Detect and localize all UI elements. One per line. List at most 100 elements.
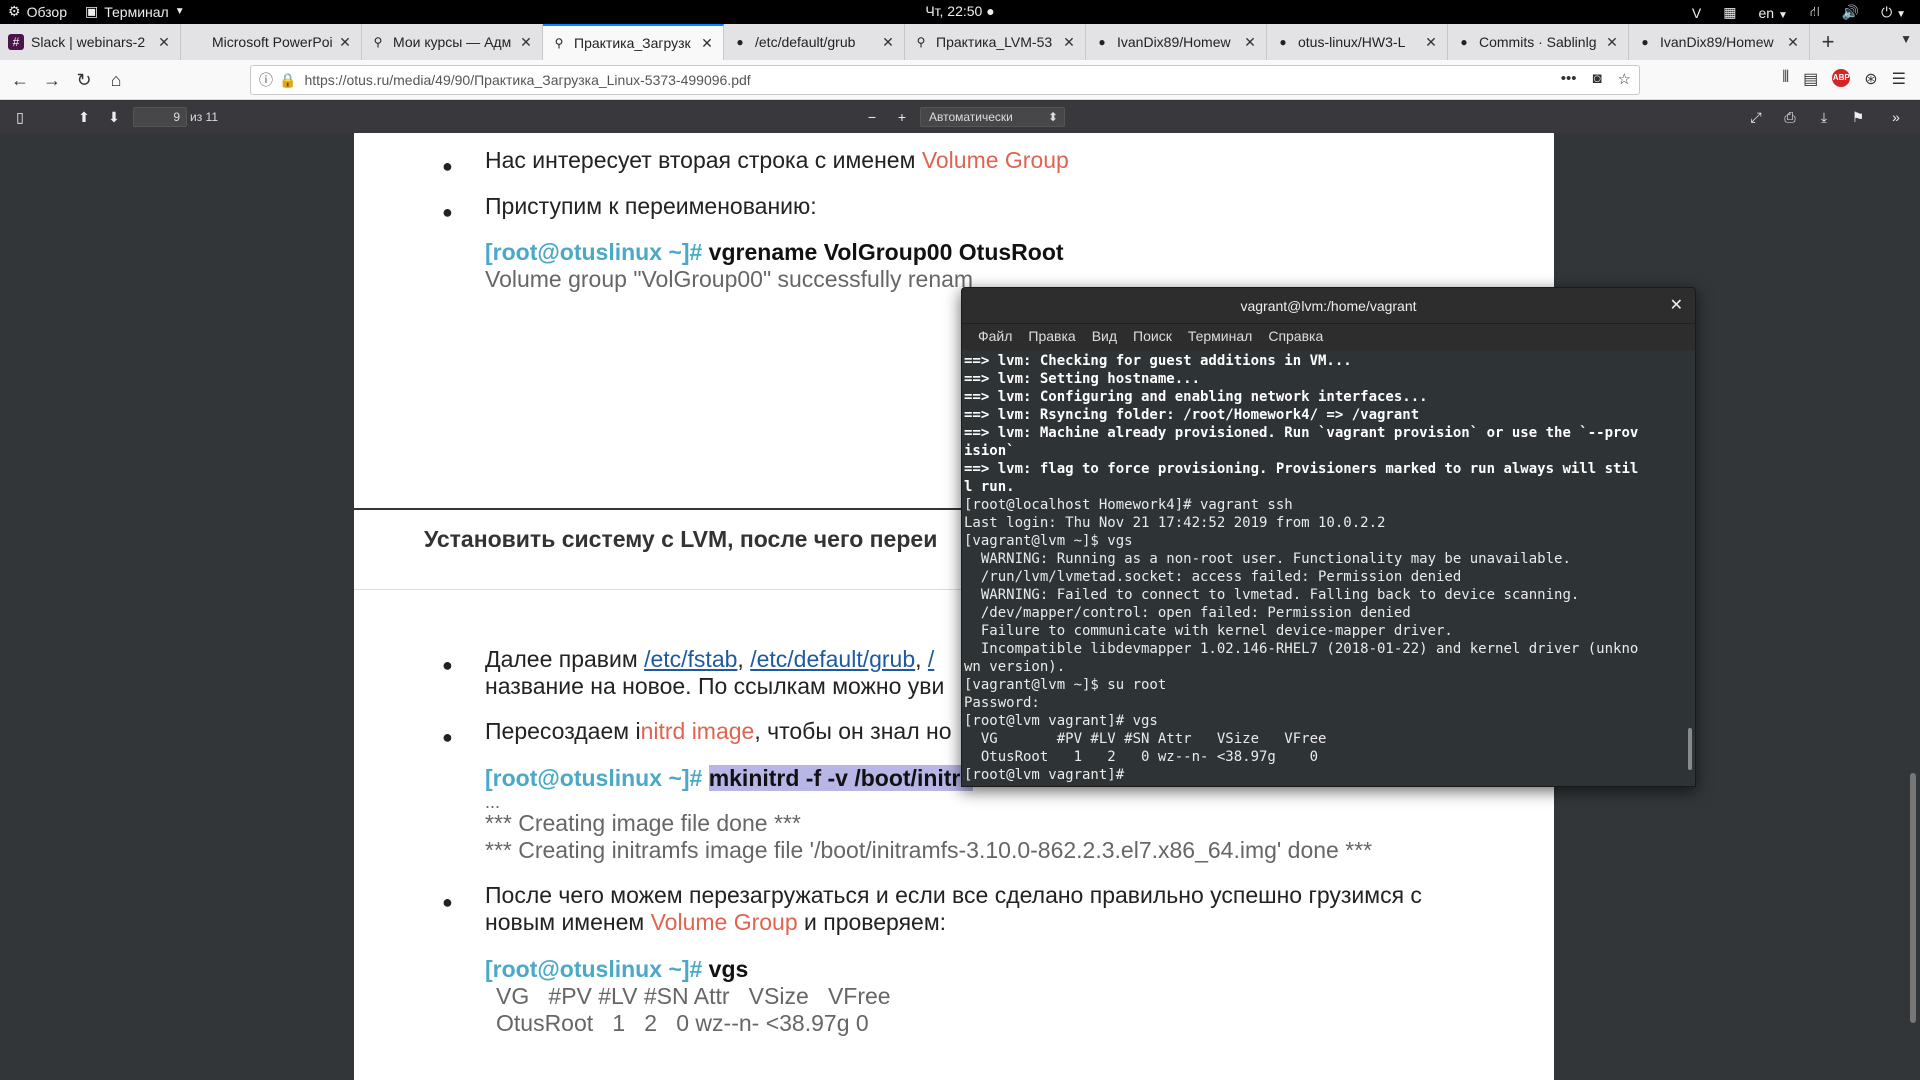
tools-icon[interactable]: » xyxy=(1886,107,1906,127)
print-icon[interactable]: ⎙ xyxy=(1780,107,1800,127)
previous-page-icon[interactable]: ⬆ xyxy=(74,107,94,127)
close-icon[interactable]: ✕ xyxy=(1604,34,1620,51)
terminal-menu-item[interactable]: Терминал xyxy=(1180,324,1260,350)
viewer-scrollbar[interactable] xyxy=(1910,773,1916,1023)
terminal-menu-item[interactable]: Правка xyxy=(1020,324,1083,350)
url-bar[interactable]: ⓘ 🔒 https://otus.ru/media/49/90/Практика… xyxy=(250,65,1640,95)
browser-tab-strip: # Slack | webinars-2 ✕ Microsoft PowerPoint… xyxy=(0,24,1920,60)
bullet-text-line2: название на новое. По ссылкам можно уви xyxy=(485,673,945,699)
download-icon[interactable]: ⤓ xyxy=(1814,107,1834,127)
close-icon[interactable]: ✕ xyxy=(156,34,172,51)
app-menu-button[interactable]: ▣ Терминал ▼ xyxy=(85,3,185,20)
new-tab-button[interactable]: + xyxy=(1810,24,1846,60)
gnome-top-bar: ⚙ Обзор ▣ Терминал ▼ Чт, 22:50 ● V ▦ en … xyxy=(0,0,1920,24)
page-number-input[interactable]: 9 xyxy=(133,107,187,127)
bullet-text: Пересоздаем initrd image, чтобы он знал … xyxy=(485,718,952,744)
close-icon[interactable]: ✕ xyxy=(337,34,353,51)
toggle-sidebar-icon[interactable]: ▯ xyxy=(10,107,30,127)
terminal-scrollbar[interactable] xyxy=(1688,728,1692,770)
close-icon[interactable]: ✕ xyxy=(1061,34,1077,51)
close-icon[interactable]: ✕ xyxy=(1670,288,1683,324)
info-icon[interactable]: ⓘ xyxy=(259,70,273,90)
zoom-in-icon[interactable]: + xyxy=(892,107,912,127)
close-icon[interactable]: ✕ xyxy=(518,34,534,51)
slide-title: Установить систему с LVM, после чего пер… xyxy=(424,526,938,552)
browser-tab[interactable]: ● otus-linux/HW3-L ✕ xyxy=(1267,24,1448,60)
zoom-select[interactable]: Автоматически ⬍ xyxy=(920,107,1065,127)
fstab-link[interactable]: /etc/fstab xyxy=(644,646,737,672)
tab-title: /etc/default/grub xyxy=(755,34,856,50)
vivaldi-tray-icon[interactable]: V xyxy=(1692,5,1701,21)
terminal-output[interactable]: ==> lvm: Checking for guest additions in… xyxy=(962,350,1695,786)
browser-tab[interactable]: ● Commits · Sablinlg ✕ xyxy=(1448,24,1629,60)
bookmark-star-icon[interactable]: ☆ xyxy=(1618,70,1631,88)
browser-tab[interactable]: ● IvanDix89/Homew ✕ xyxy=(1629,24,1810,60)
reload-button[interactable]: ↻ xyxy=(70,66,98,94)
hamburger-menu-icon[interactable]: ☰ xyxy=(1892,69,1906,89)
power-icon[interactable]: ⏻ ▼ xyxy=(1881,4,1906,21)
close-icon[interactable]: ✕ xyxy=(880,34,896,51)
bullet-icon: ● xyxy=(442,892,453,912)
next-page-icon[interactable]: ⬇ xyxy=(104,107,124,127)
browser-tab[interactable]: Microsoft PowerPoint ✕ xyxy=(181,24,362,60)
close-icon[interactable]: ✕ xyxy=(1423,34,1439,51)
tab-title: Commits · Sablinlg xyxy=(1479,34,1597,50)
bookmark-icon[interactable]: ⚑ xyxy=(1848,107,1868,127)
activities-label: Обзор xyxy=(26,3,67,20)
terminal-line: Failure to communicate with kernel devic… xyxy=(964,623,1453,639)
close-icon[interactable]: ✕ xyxy=(1242,34,1258,51)
network-icon[interactable]: ⛙ xyxy=(1810,3,1820,22)
presentation-mode-icon[interactable]: ⤢ xyxy=(1746,107,1766,127)
zoom-out-icon[interactable]: − xyxy=(862,107,882,127)
command-output: *** Creating initramfs image file '/boot… xyxy=(485,837,1373,863)
terminal-menu-item[interactable]: Файл xyxy=(970,324,1020,350)
tab-title: Мои курсы — Адм xyxy=(393,34,512,50)
volume-icon[interactable]: 🔊 xyxy=(1842,4,1859,21)
command-line: [root@otuslinux ~]# vgs xyxy=(485,956,749,982)
blank-icon xyxy=(189,34,205,50)
grub-link[interactable]: /etc/default/grub xyxy=(750,646,915,672)
browser-tab[interactable]: ⚲ Практика_Загрузк ✕ xyxy=(543,24,724,60)
clock[interactable]: Чт, 22:50 ● xyxy=(925,3,994,19)
chevron-down-icon[interactable]: ▼ xyxy=(1900,32,1912,46)
activities-button[interactable]: ⚙ Обзор xyxy=(8,3,67,20)
url-text: https://otus.ru/media/49/90/Практика_Заг… xyxy=(304,72,751,88)
extension-icon[interactable]: ⊛ xyxy=(1864,69,1877,89)
language-selector[interactable]: en ▼ xyxy=(1758,5,1787,21)
terminal-menu-item[interactable]: Вид xyxy=(1084,324,1125,350)
third-link[interactable]: / xyxy=(928,646,934,672)
close-icon[interactable]: ✕ xyxy=(1785,34,1801,51)
pocket-icon[interactable]: ◙ xyxy=(1592,70,1601,88)
library-icon[interactable]: ⫴ xyxy=(1782,69,1789,89)
page-total: из 11 xyxy=(190,110,218,124)
terminal-line: [root@localhost Homework4]# vagrant ssh xyxy=(964,497,1293,513)
terminal-line: [vagrant@lvm ~]$ vgs xyxy=(964,533,1133,549)
terminal-line: ==> lvm: Setting hostname... xyxy=(964,371,1201,387)
terminal-menu-item[interactable]: Поиск xyxy=(1125,324,1180,350)
browser-tab[interactable]: ● /etc/default/grub ✕ xyxy=(724,24,905,60)
lock-icon: 🔒 xyxy=(279,71,297,88)
terminal-line: WARNING: Failed to connect to lvmetad. F… xyxy=(964,587,1580,603)
terminal-line: Last login: Thu Nov 21 17:42:52 2019 fro… xyxy=(964,515,1386,531)
terminal-line: wn version). xyxy=(964,659,1066,675)
terminal-menu-item[interactable]: Справка xyxy=(1260,324,1331,350)
close-icon[interactable]: ✕ xyxy=(699,35,715,52)
browser-tab[interactable]: ⚲ Практика_LVM-53 ✕ xyxy=(905,24,1086,60)
forward-button[interactable]: → xyxy=(38,66,66,94)
browser-tab[interactable]: # Slack | webinars-2 ✕ xyxy=(0,24,181,60)
keyboard-tray-icon[interactable]: ▦ xyxy=(1723,4,1736,21)
back-button[interactable]: ← xyxy=(6,66,34,94)
sidebar-icon[interactable]: ▤ xyxy=(1803,69,1818,89)
terminal-line: Incompatible libdevmapper 1.02.146-RHEL7… xyxy=(964,641,1639,657)
tab-title: Slack | webinars-2 xyxy=(31,34,146,50)
page-actions-icon[interactable]: ••• xyxy=(1561,70,1577,88)
command-output: VG #PV #LV #SN Attr VSize VFree xyxy=(496,983,891,1009)
command-output: Volume group "VolGroup00" successfully r… xyxy=(485,266,974,292)
adblock-icon[interactable]: ABP xyxy=(1832,69,1851,87)
terminal-window[interactable]: vagrant@lvm:/home/vagrant ✕ Файл Правка Ви… xyxy=(961,287,1696,787)
terminal-titlebar[interactable]: vagrant@lvm:/home/vagrant ✕ xyxy=(962,288,1695,324)
home-button[interactable]: ⌂ xyxy=(102,66,130,94)
browser-tab[interactable]: ⚲ Мои курсы — Адм ✕ xyxy=(362,24,543,60)
terminal-menubar: Файл Правка Вид Поиск Терминал Справка xyxy=(962,324,1695,350)
browser-tab[interactable]: ● IvanDix89/Homew ✕ xyxy=(1086,24,1267,60)
